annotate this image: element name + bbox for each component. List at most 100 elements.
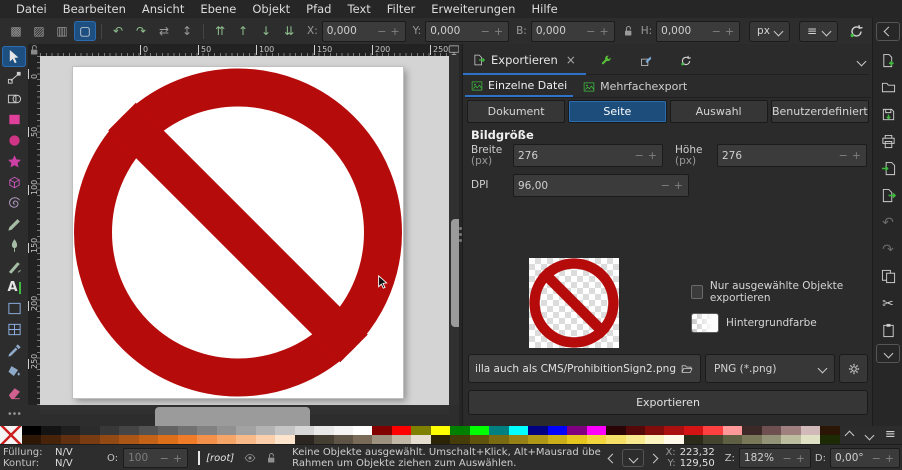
color-swatch[interactable] [567, 435, 586, 444]
selector-tool[interactable] [2, 46, 26, 67]
x-field[interactable]: 0,000−+ [322, 21, 406, 42]
width-field[interactable]: 0,000−+ [531, 21, 615, 42]
save-document-button[interactable] [881, 101, 896, 128]
color-swatch[interactable] [100, 435, 119, 444]
statusbar-next-button[interactable] [649, 453, 659, 463]
area-button-dokument[interactable]: Dokument [467, 100, 565, 123]
calligraphy-tool[interactable] [2, 256, 26, 277]
statusbar-dropdown[interactable] [622, 449, 644, 467]
star-tool[interactable] [2, 151, 26, 172]
color-swatch[interactable] [392, 435, 411, 444]
color-swatch[interactable] [489, 435, 508, 444]
color-swatch[interactable] [61, 435, 80, 444]
prohibition-sign-drawing[interactable] [73, 67, 403, 398]
menu-ebene[interactable]: Ebene [192, 1, 244, 17]
rotation-field[interactable]: 0,00°−+ [830, 448, 900, 468]
color-swatch[interactable] [275, 435, 294, 444]
flip-vertical-button[interactable]: ↕ [176, 21, 198, 41]
color-swatch[interactable] [450, 435, 469, 444]
lower-step-button[interactable]: ↓ [255, 21, 277, 41]
color-swatch[interactable] [22, 426, 41, 435]
color-swatch[interactable] [80, 426, 99, 435]
menu-filter[interactable]: Filter [379, 1, 423, 17]
drawing-viewport[interactable] [40, 56, 449, 405]
format-settings-button[interactable] [839, 354, 868, 383]
more-tools[interactable] [2, 403, 26, 424]
color-swatch[interactable] [820, 435, 839, 444]
color-swatch[interactable] [197, 435, 216, 444]
filename-input[interactable]: n halt nur noch Hubzilla auch als CMS/Pr… [468, 354, 701, 383]
open-document-button[interactable] [881, 74, 896, 101]
color-swatch[interactable] [723, 435, 742, 444]
color-swatch[interactable] [22, 435, 41, 444]
color-swatch[interactable] [684, 435, 703, 444]
color-swatch[interactable] [509, 426, 528, 435]
raise-to-top-button[interactable]: ⇈ [209, 21, 231, 41]
menu-hilfe[interactable]: Hilfe [523, 1, 565, 17]
color-swatch[interactable] [684, 426, 703, 435]
import-document-button[interactable] [881, 155, 896, 182]
color-swatch[interactable] [139, 426, 158, 435]
color-swatch[interactable] [61, 426, 80, 435]
color-swatch[interactable] [664, 426, 683, 435]
menu-objekt[interactable]: Objekt [244, 1, 298, 17]
unit-select[interactable]: px [749, 21, 790, 42]
color-swatch[interactable] [119, 435, 138, 444]
color-swatch[interactable] [314, 426, 333, 435]
color-swatch[interactable] [664, 435, 683, 444]
tab-single-file[interactable]: Einzelne Datei [465, 76, 573, 97]
selection-option-4-button[interactable]: ▢ [74, 21, 96, 41]
color-swatch[interactable] [41, 435, 60, 444]
text-tool[interactable]: A [2, 277, 26, 298]
rotate-cw-button[interactable]: ↷ [130, 21, 152, 41]
collapse-commands-button[interactable] [876, 22, 900, 41]
export-height-field[interactable]: 276−+ [717, 144, 867, 167]
pen-tool[interactable] [2, 235, 26, 256]
horizontal-scrollbar[interactable] [40, 405, 449, 414]
color-swatch[interactable] [392, 426, 411, 435]
color-swatch[interactable] [489, 426, 508, 435]
color-swatch[interactable] [41, 426, 60, 435]
menu-text[interactable]: Text [340, 1, 379, 17]
snapping-toggle[interactable] [845, 21, 867, 41]
flip-horizontal-button[interactable]: ⇄ [153, 21, 175, 41]
horizontal-ruler[interactable]: 050100150200250 [40, 44, 449, 56]
color-swatch[interactable] [548, 435, 567, 444]
color-swatch[interactable] [372, 426, 391, 435]
color-swatch[interactable] [334, 435, 353, 444]
color-swatch[interactable] [801, 426, 820, 435]
color-swatch[interactable] [509, 435, 528, 444]
menu-bearbeiten[interactable]: Bearbeiten [55, 1, 134, 17]
color-swatch[interactable] [295, 426, 314, 435]
color-swatch[interactable] [158, 426, 177, 435]
height-field[interactable]: 0,000−+ [656, 21, 740, 42]
vertical-scrollbar[interactable] [449, 56, 459, 405]
palette-menu-icon[interactable]: ≡ [885, 430, 896, 440]
color-swatch[interactable] [236, 426, 255, 435]
browse-folder-icon[interactable] [681, 363, 693, 375]
eraser-tool[interactable] [2, 382, 26, 403]
color-swatch[interactable] [703, 426, 722, 435]
color-swatch[interactable] [353, 435, 372, 444]
redo-button[interactable]: ↷ [882, 236, 894, 263]
layer-lock-icon[interactable] [265, 452, 277, 464]
color-swatch[interactable] [236, 435, 255, 444]
print-document-button[interactable] [881, 128, 896, 155]
color-swatch[interactable] [450, 426, 469, 435]
palette-scroll-up[interactable] [845, 430, 855, 440]
ellipse-tool[interactable] [2, 130, 26, 151]
close-dialog-icon[interactable]: × [566, 53, 576, 67]
background-color-swatch[interactable] [691, 313, 719, 333]
export-button[interactable]: Exportieren [468, 390, 868, 415]
color-swatch[interactable] [587, 426, 606, 435]
new-document-button[interactable] [881, 47, 896, 74]
color-swatch[interactable] [314, 435, 333, 444]
color-swatch[interactable] [762, 435, 781, 444]
selection-option-3-button[interactable]: ▥ [51, 21, 73, 41]
export-dialog-tab[interactable]: Exportieren × [463, 48, 586, 75]
color-swatch[interactable] [295, 435, 314, 444]
menu-ansicht[interactable]: Ansicht [134, 1, 192, 17]
color-swatch[interactable] [587, 435, 606, 444]
area-button-seite[interactable]: Seite [568, 100, 666, 123]
color-swatch[interactable] [606, 426, 625, 435]
